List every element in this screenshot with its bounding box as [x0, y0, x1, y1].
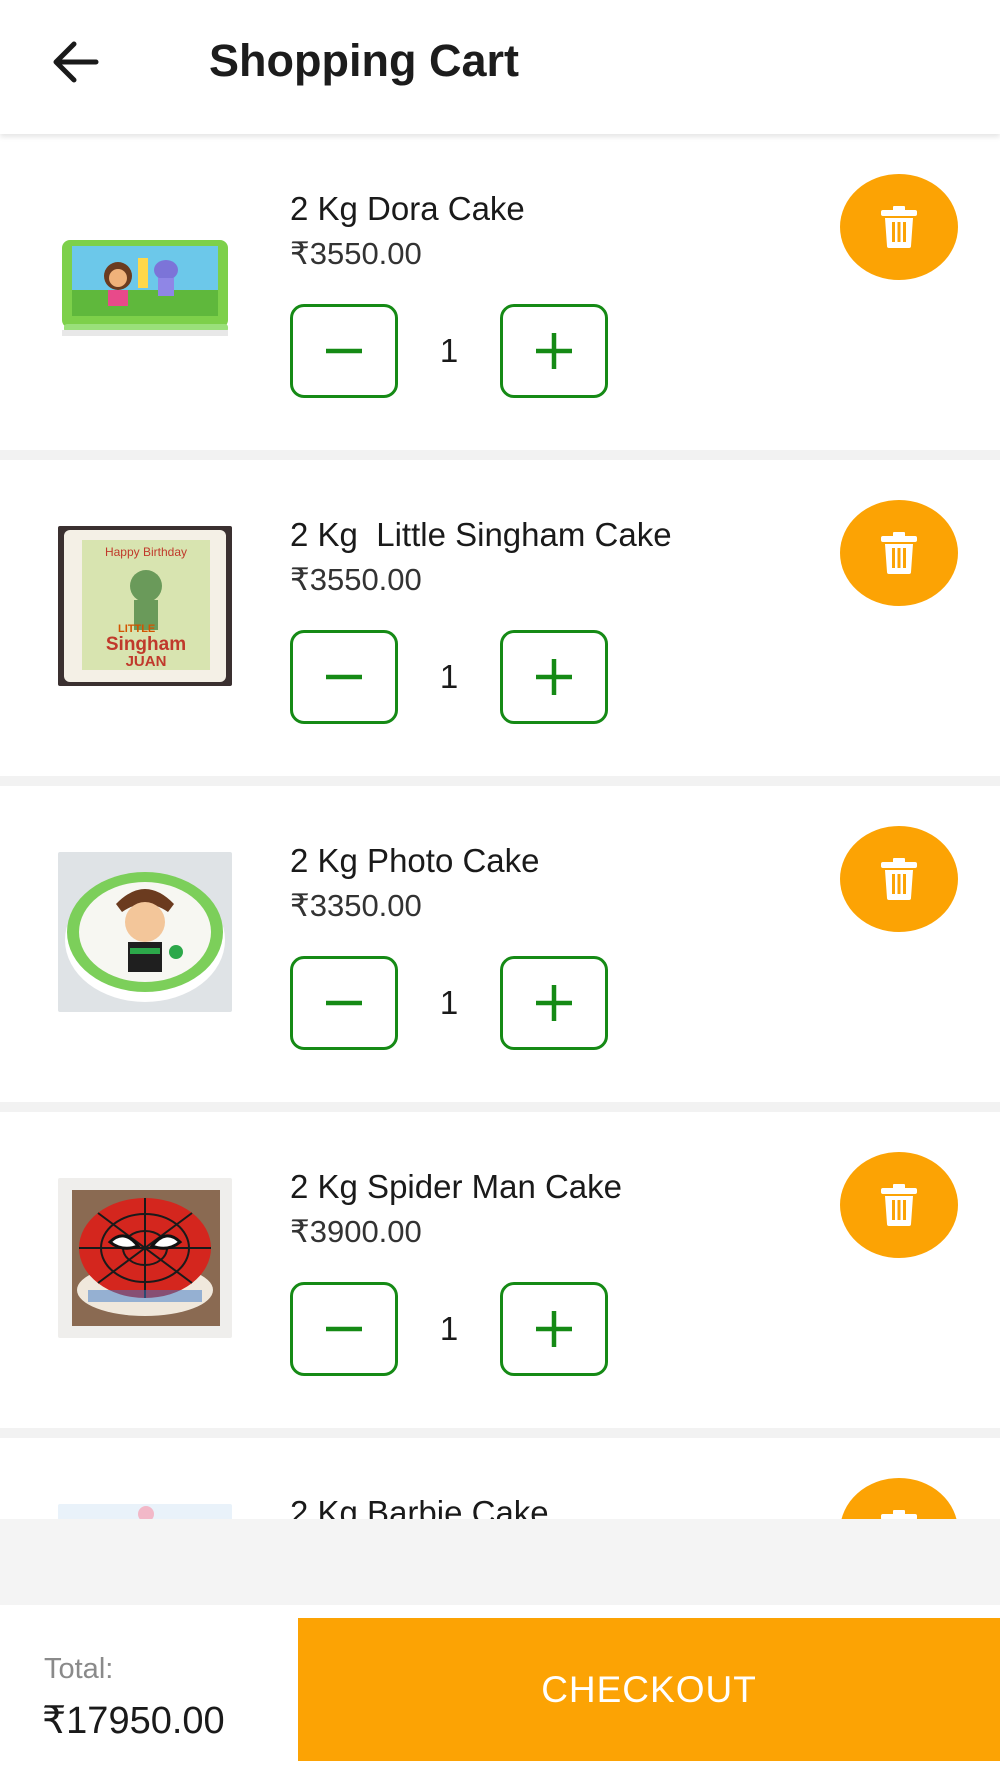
cart-item: Happy Birthday LITTLE Singham JUAN 2 Kg … [0, 460, 1000, 776]
plus-icon [536, 659, 572, 695]
cake-text-singham: Singham [106, 634, 186, 655]
minus-icon [326, 1326, 362, 1332]
quantity-value: 1 [439, 658, 459, 695]
delete-item-button[interactable] [840, 826, 958, 932]
increase-quantity-button[interactable] [500, 630, 608, 724]
cake-text-happy-birthday: Happy Birthday [105, 545, 187, 559]
item-price: ₹3350.00 [290, 888, 422, 923]
item-price: ₹3550.00 [290, 236, 422, 271]
spider-man-cake-image [58, 1178, 232, 1338]
little-singham-cake-image: Happy Birthday LITTLE Singham JUAN [58, 526, 232, 686]
checkout-bar: Total: ₹17950.00 CHECKOUT [0, 1605, 1000, 1778]
quantity-value: 1 [439, 1310, 459, 1347]
plus-icon [536, 333, 572, 369]
dora-cake-image [58, 200, 232, 360]
item-price: ₹3550.00 [290, 562, 422, 597]
decrease-quantity-button[interactable] [290, 304, 398, 398]
minus-icon [326, 1000, 362, 1006]
delete-item-button[interactable] [840, 174, 958, 280]
ben10-photo-cake-image [58, 852, 232, 1012]
trash-icon [881, 858, 917, 900]
item-name: 2 Kg Barbie Cake [290, 1494, 549, 1519]
quantity-value: 1 [439, 332, 459, 369]
delete-item-button[interactable] [840, 500, 958, 606]
decrease-quantity-button[interactable] [290, 630, 398, 724]
increase-quantity-button[interactable] [500, 304, 608, 398]
cart-item: 2 Kg Spider Man Cake ₹3900.00 1 [0, 1112, 1000, 1428]
minus-icon [326, 674, 362, 680]
decrease-quantity-button[interactable] [290, 1282, 398, 1376]
trash-icon [881, 206, 917, 248]
back-button[interactable] [38, 26, 110, 98]
plus-icon [536, 1311, 572, 1347]
total-label: Total: [44, 1653, 114, 1685]
trash-icon [881, 532, 917, 574]
increase-quantity-button[interactable] [500, 1282, 608, 1376]
delete-item-button[interactable] [840, 1478, 958, 1519]
item-price: ₹3900.00 [290, 1214, 422, 1249]
trash-icon [881, 1184, 917, 1226]
page-title: Shopping Cart [209, 35, 519, 86]
delete-item-button[interactable] [840, 1152, 958, 1258]
item-name: 2 Kg Photo Cake [290, 842, 540, 879]
cart-item: 2 Kg Photo Cake ₹3350.00 1 [0, 786, 1000, 1102]
cart-item: 2 Kg Dora Cake ₹3550.00 1 [0, 134, 1000, 450]
cake-text-juan: JUAN [126, 653, 167, 670]
item-name: 2 Kg Dora Cake [290, 190, 525, 227]
cart-item: 2 Kg Barbie Cake [0, 1438, 1000, 1519]
item-name: 2 Kg Little Singham Cake [290, 516, 672, 553]
minus-icon [326, 348, 362, 354]
quantity-value: 1 [439, 984, 459, 1021]
app-header: Shopping Cart [0, 0, 1000, 134]
checkout-label: CHECKOUT [541, 1668, 757, 1710]
increase-quantity-button[interactable] [500, 956, 608, 1050]
footer-spacer [0, 1519, 1000, 1605]
total-amount: ₹17950.00 [42, 1700, 225, 1742]
decrease-quantity-button[interactable] [290, 956, 398, 1050]
barbie-cake-image [58, 1504, 232, 1519]
checkout-button[interactable]: CHECKOUT [298, 1618, 1000, 1761]
cart-list[interactable]: 2 Kg Dora Cake ₹3550.00 1 Happy Birthday… [0, 134, 1000, 1519]
item-name: 2 Kg Spider Man Cake [290, 1168, 623, 1205]
trash-icon [881, 1510, 917, 1519]
arrow-left-icon [53, 41, 99, 83]
plus-icon [536, 985, 572, 1021]
